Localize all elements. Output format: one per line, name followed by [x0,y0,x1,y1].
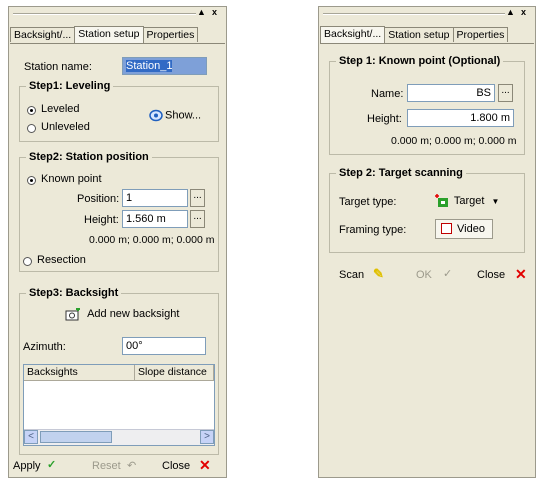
drag-grip-right[interactable] [323,13,505,15]
station-coords: 0.000 m; 0.000 m; 0.000 m [89,234,215,246]
station-name-input[interactable]: Station_1 [122,57,207,75]
drag-grip[interactable] [13,13,196,15]
known-point-label: Known point [41,173,102,185]
unleveled-label: Unleveled [41,121,90,133]
reset-button[interactable]: Reset [92,460,121,472]
add-backsight-button[interactable]: Add new backsight [65,307,180,321]
apply-button[interactable]: Apply [13,460,41,472]
chevron-down-icon: ▼ [491,196,500,206]
height-label: Height: [84,214,119,226]
framing-type-label: Framing type: [339,224,407,236]
close-button[interactable]: Close [162,460,190,472]
show-level-button[interactable]: Show... [149,109,201,122]
tab-station-setup-right[interactable]: Station setup [384,27,454,42]
azimuth-label: Azimuth: [23,341,66,353]
leveled-radio[interactable] [27,106,36,115]
position-browse-button[interactable]: ... [190,189,205,207]
close-icon-right[interactable]: x [521,7,526,17]
station-name-label: Station name: [24,61,92,73]
add-backsight-icon [65,307,80,321]
height-label-right: Height: [367,113,402,125]
tab-backsight[interactable]: Backsight/... [10,27,76,42]
name-browse-button[interactable]: ... [498,84,513,102]
target-scanning-group: Step 2: Target scanning [329,167,525,253]
close-button-right[interactable]: Close [477,269,505,281]
known-point-coords: 0.000 m; 0.000 m; 0.000 m [391,135,517,147]
name-label: Name: [371,88,404,100]
tab-properties-right[interactable]: Properties [452,27,509,42]
azimuth-input[interactable]: 00° [122,337,206,355]
backsights-table: Backsights Slope distance < > [23,364,215,446]
close-x-icon-right: ✕ [515,266,527,282]
name-input[interactable]: BS [407,84,495,102]
framing-type-button[interactable]: Video [435,219,493,239]
target-scanning-title: Step 2: Target scanning [339,167,463,179]
scroll-right-icon[interactable]: > [200,430,214,444]
resection-label: Resection [37,254,86,266]
backsight-panel: ▲ x Backsight/... Station setup Properti… [318,6,536,478]
known-point-radio[interactable] [27,176,36,185]
known-point-title: Step 1: Known point (Optional) [339,55,501,67]
scroll-thumb[interactable] [40,431,112,443]
ok-button[interactable]: OK [416,269,432,281]
pin-icon-right[interactable]: ▲ [506,7,515,17]
tab-strip: Backsight/... Station setup Properties [10,26,225,44]
show-label: Show... [165,109,202,122]
height-input[interactable]: 1.560 m [122,210,188,228]
close-icon[interactable]: x [212,7,217,17]
target-type-value: Target [453,194,485,207]
pin-icon[interactable]: ▲ [197,7,206,17]
tab-properties[interactable]: Properties [142,27,199,42]
position-label: Position: [77,193,120,205]
close-x-icon: ✕ [199,457,211,473]
step3-title: Step3: Backsight [29,287,119,299]
framing-type-value: Video [457,223,485,235]
reset-undo-icon: ↶ [127,460,137,472]
col-slope-distance-header[interactable]: Slope distance [135,365,214,381]
ok-check-icon: ✓ [443,268,453,280]
height-input-right[interactable]: 1.800 m [407,109,514,127]
scroll-left-icon[interactable]: < [24,430,38,444]
station-setup-panel: ▲ x Backsight/... Station setup Properti… [8,6,227,478]
leveled-label: Leveled [41,103,80,115]
tab-station-setup[interactable]: Station setup [74,26,144,43]
apply-check-icon: ✓ [47,459,57,471]
target-type-dropdown[interactable]: Target ▼ [435,194,499,208]
resection-radio[interactable] [23,257,32,266]
tab-strip-right: Backsight/... Station setup Properties [320,26,534,44]
step2-title: Step2: Station position [29,151,149,163]
panel-titlebar-right: ▲ x [319,7,535,21]
video-frame-icon [441,223,452,234]
add-backsight-label: Add new backsight [87,308,180,321]
target-icon [435,194,448,207]
panel-titlebar: ▲ x [9,7,226,21]
step1-title: Step1: Leveling [29,80,111,92]
scan-pen-icon: ✎ [373,266,384,281]
position-input[interactable]: 1 [122,189,188,207]
tab-backsight-right[interactable]: Backsight/... [320,26,386,43]
level-bubble-icon [149,109,163,122]
horizontal-scrollbar[interactable]: < > [24,429,214,445]
height-browse-button[interactable]: ... [190,210,205,228]
scan-button[interactable]: Scan [339,269,364,281]
col-backsights-header[interactable]: Backsights [24,365,135,381]
unleveled-radio[interactable] [27,124,36,133]
target-type-label: Target type: [339,196,397,208]
